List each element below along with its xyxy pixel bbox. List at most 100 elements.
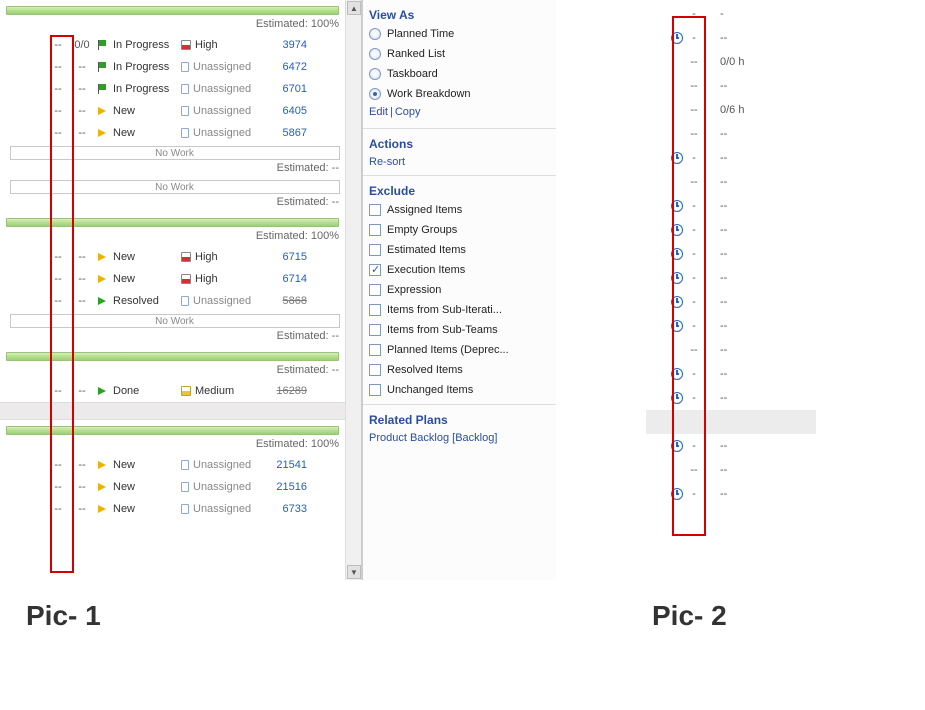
exclude-option[interactable]: Assigned Items (369, 200, 550, 220)
option-label: Planned Items (Deprec... (387, 344, 509, 356)
work-item-row[interactable]: ----NewHigh6715 (0, 246, 345, 268)
checkbox-icon (369, 304, 381, 316)
work-item-row[interactable]: ----NewUnassigned21516 (0, 476, 345, 498)
exclude-option[interactable]: Execution Items (369, 260, 550, 280)
priority-icon (181, 296, 189, 306)
exclude-option[interactable]: Planned Items (Deprec... (369, 340, 550, 360)
col-dash: - (686, 368, 702, 380)
status-text: New (113, 503, 135, 515)
col-value: -- (702, 176, 772, 188)
col-dash: -- (46, 127, 70, 139)
estimated-label: Estimated: -- (0, 196, 345, 212)
item-id-link[interactable]: 3974 (266, 39, 310, 51)
progress-bar (6, 218, 339, 227)
priority-text: High (195, 39, 218, 51)
col-dash: - (686, 272, 702, 284)
exclude-option[interactable]: Estimated Items (369, 240, 550, 260)
item-id-link[interactable]: 6701 (266, 83, 310, 95)
view-as-option[interactable]: Taskboard (369, 64, 550, 84)
work-item-row[interactable]: ----NewUnassigned6733 (0, 498, 345, 520)
scrollbar[interactable]: ▲ ▼ (345, 0, 361, 580)
time-row: --- (646, 218, 816, 242)
work-item-row[interactable]: ----NewUnassigned6405 (0, 100, 345, 122)
col-dash: -- (46, 295, 70, 307)
clock-icon (671, 272, 683, 284)
item-id-link[interactable]: 6715 (266, 251, 310, 263)
work-item-row[interactable]: ----ResolvedUnassigned5868 (0, 290, 345, 312)
time-row: --- (646, 314, 816, 338)
option-label: Expression (387, 284, 441, 296)
status-icon (97, 61, 109, 73)
time-row: --- (646, 434, 816, 458)
section-gap (646, 410, 816, 434)
exclude-option[interactable]: Empty Groups (369, 220, 550, 240)
status-text: Resolved (113, 295, 159, 307)
col-dash: -- (70, 61, 94, 73)
clock-icon (671, 152, 683, 164)
estimated-label: Estimated: -- (0, 364, 345, 380)
item-id-link[interactable]: 5867 (266, 127, 310, 139)
status-text: New (113, 481, 135, 493)
estimated-label: Estimated: 100% (0, 230, 345, 246)
col-dash: - (686, 32, 702, 44)
priority-icon (181, 386, 191, 396)
estimated-label: Estimated: -- (0, 162, 345, 178)
actions-heading: Actions (369, 133, 550, 153)
col-value: -- (702, 128, 772, 140)
view-as-option[interactable]: Planned Time (369, 24, 550, 44)
scroll-up-icon[interactable]: ▲ (347, 1, 361, 15)
item-id-link[interactable]: 5868 (266, 295, 310, 307)
work-item-row[interactable]: ----In ProgressUnassigned6472 (0, 56, 345, 78)
priority-text: Unassigned (193, 61, 251, 73)
item-id-link[interactable]: 6405 (266, 105, 310, 117)
checkbox-icon (369, 224, 381, 236)
col-dash: -- (46, 83, 70, 95)
item-id-link[interactable]: 21516 (266, 481, 310, 493)
item-id-link[interactable]: 21541 (266, 459, 310, 471)
resort-link[interactable]: Re-sort (369, 153, 550, 171)
work-item-row[interactable]: ----NewUnassigned5867 (0, 122, 345, 144)
exclude-option[interactable]: Items from Sub-Iterati... (369, 300, 550, 320)
col-dash: -- (70, 127, 94, 139)
scroll-down-icon[interactable]: ▼ (347, 565, 361, 579)
work-item-row[interactable]: ----In ProgressUnassigned6701 (0, 78, 345, 100)
work-item-row[interactable]: ----NewUnassigned21541 (0, 454, 345, 476)
col-value: -- (702, 296, 772, 308)
exclude-option[interactable]: Unchanged Items (369, 380, 550, 400)
pic2-panel: -------0/0 h------0/6 h-----------------… (646, 2, 816, 552)
priority-icon (181, 84, 189, 94)
work-item-row[interactable]: ----DoneMedium16289 (0, 380, 345, 402)
view-as-option[interactable]: Work Breakdown (369, 84, 550, 104)
radio-icon (369, 88, 381, 100)
progress-bar (6, 426, 339, 435)
priority-icon (181, 106, 189, 116)
work-item-list: Estimated: 100%--0/0In ProgressHigh3974-… (0, 0, 362, 580)
col-value: -- (702, 248, 772, 260)
related-plan-link[interactable]: Product Backlog [Backlog] (369, 429, 550, 447)
item-id-link[interactable]: 6733 (266, 503, 310, 515)
item-id-link[interactable]: 6714 (266, 273, 310, 285)
exclude-option[interactable]: Expression (369, 280, 550, 300)
col-dash: - (686, 248, 702, 260)
checkbox-icon (369, 364, 381, 376)
status-text: In Progress (113, 83, 169, 95)
work-item-row[interactable]: ----NewHigh6714 (0, 268, 345, 290)
col-dash: -- (70, 251, 94, 263)
checkbox-icon (369, 264, 381, 276)
pic1-label: Pic- 1 (26, 600, 101, 632)
time-row: ---- (646, 338, 816, 362)
exclude-option[interactable]: Items from Sub-Teams (369, 320, 550, 340)
work-item-row[interactable]: --0/0In ProgressHigh3974 (0, 34, 345, 56)
item-id-link[interactable]: 16289 (266, 385, 310, 397)
col-value: -- (702, 272, 772, 284)
priority-icon (181, 252, 191, 262)
copy-link[interactable]: Copy (395, 106, 421, 118)
status-icon (97, 385, 109, 397)
item-id-link[interactable]: 6472 (266, 61, 310, 73)
col-dash: - (686, 8, 702, 20)
no-work-box: No Work (10, 180, 340, 194)
view-as-option[interactable]: Ranked List (369, 44, 550, 64)
time-row: --- (646, 26, 816, 50)
exclude-option[interactable]: Resolved Items (369, 360, 550, 380)
edit-link[interactable]: Edit (369, 106, 388, 118)
